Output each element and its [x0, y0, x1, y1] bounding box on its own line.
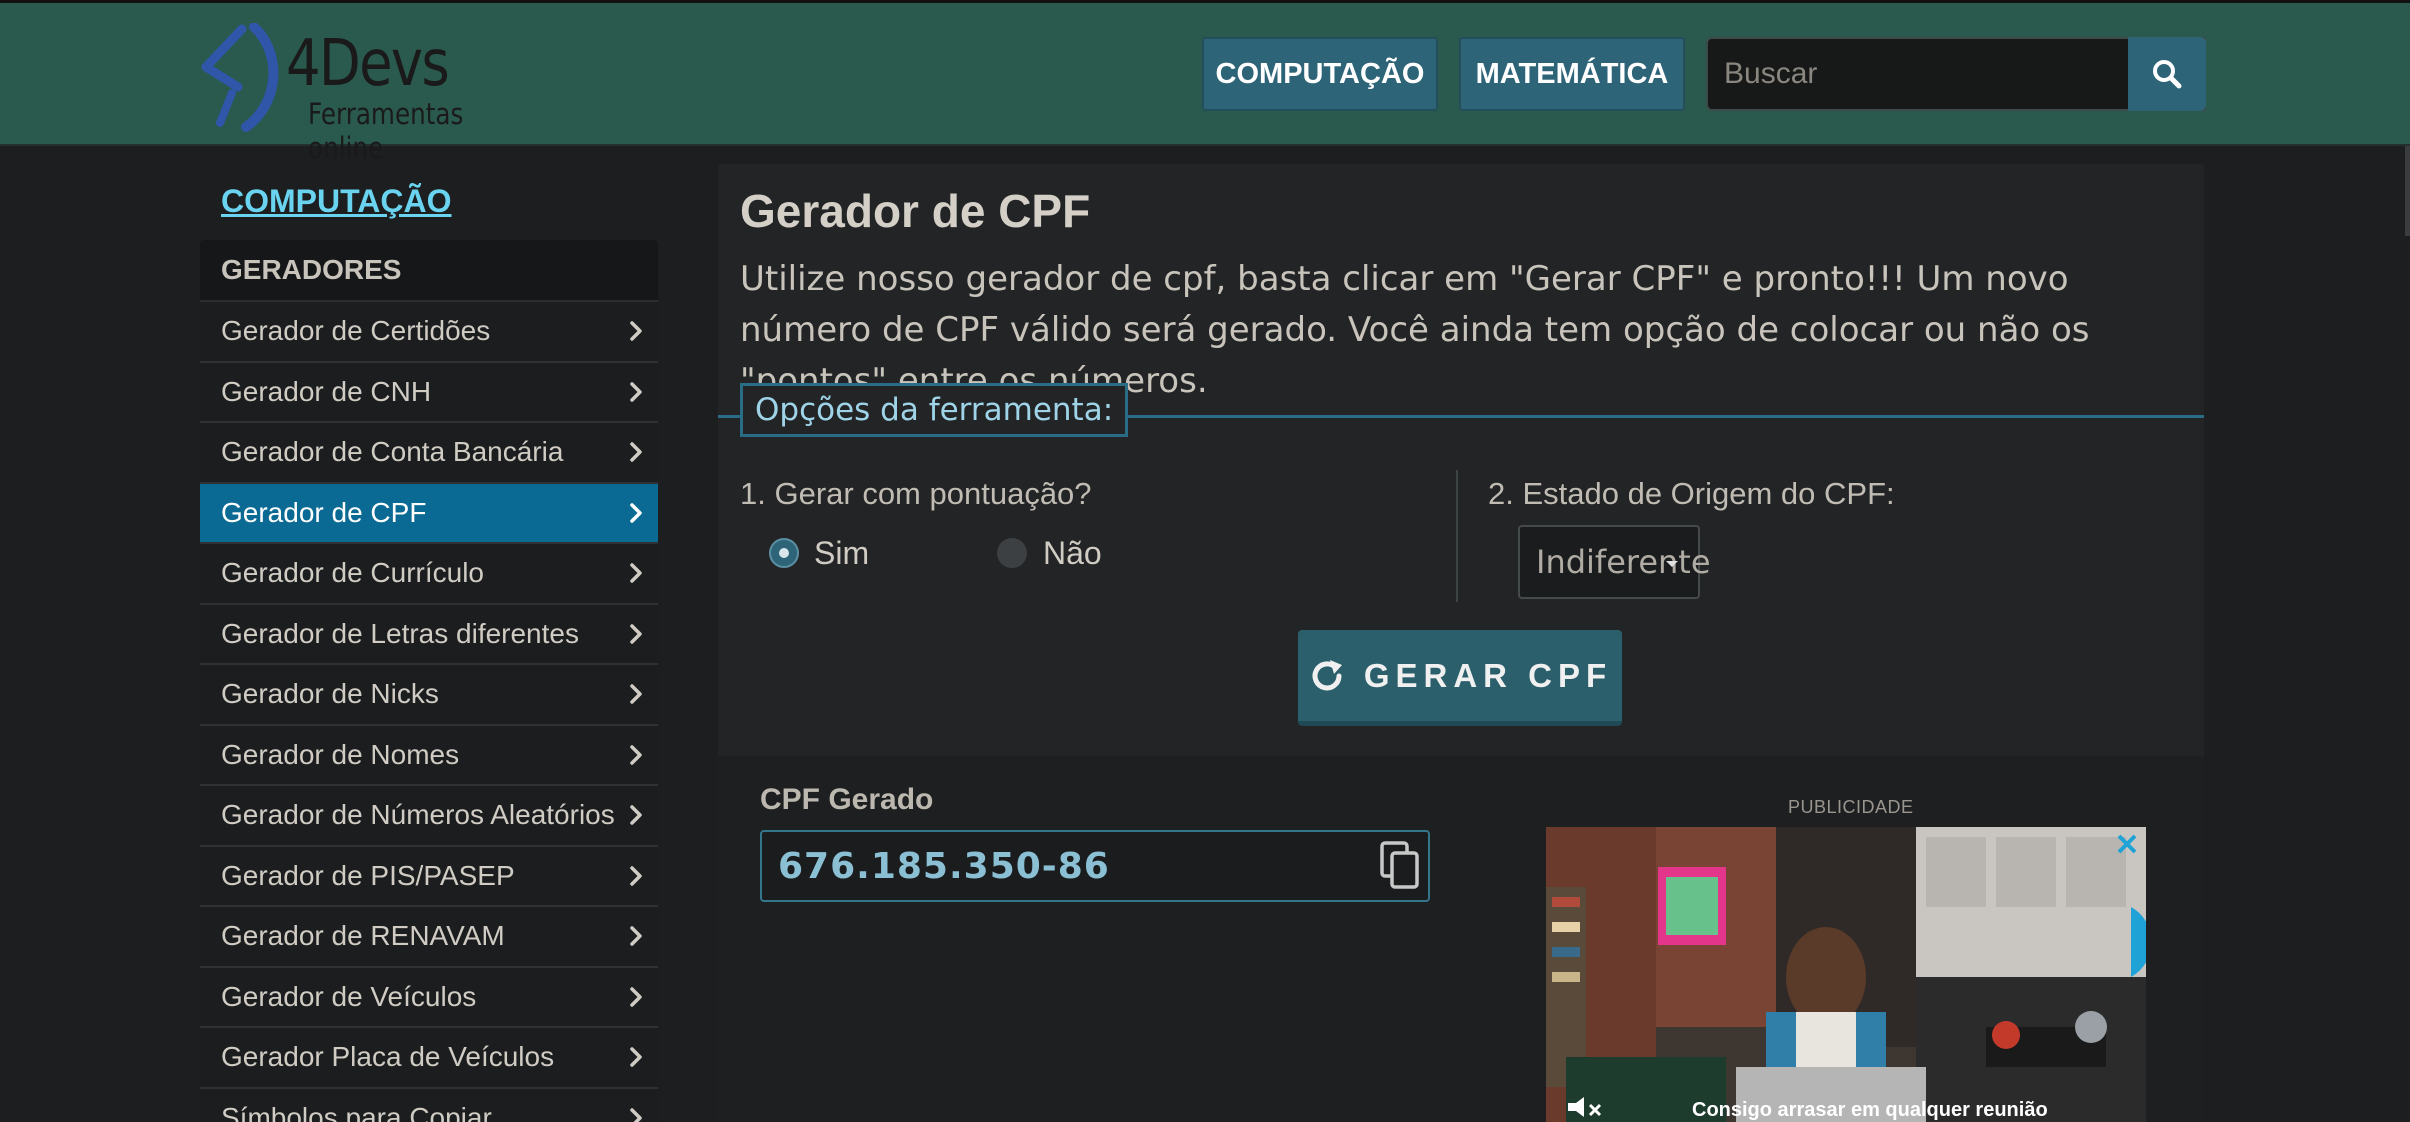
ad-video-image: [1546, 827, 2146, 1122]
chevron-right-icon: [630, 1108, 642, 1122]
sidebar-item[interactable]: Gerador de Nicks: [200, 665, 658, 726]
logo-subtitle: Ferramentas online: [308, 97, 464, 165]
state-select-value: Indiferente: [1536, 543, 1711, 581]
options-column-divider: [1456, 470, 1458, 602]
chevron-right-icon: [630, 1047, 642, 1067]
sidebar-item-label: Gerador de Nicks: [221, 678, 439, 710]
site-header: 4Devs Ferramentas online COMPUTAÇÃO MATE…: [0, 0, 2410, 165]
muted-speaker-icon: [1568, 1097, 1602, 1117]
main-panel: Gerador de CPF Utilize nosso gerador de …: [718, 164, 2204, 1122]
scrollbar-thumb[interactable]: [2405, 146, 2410, 236]
sidebar-item-label: Gerador de CPF: [221, 496, 427, 528]
ad-mute-button[interactable]: [1566, 1095, 1606, 1122]
cpf-result-field[interactable]: 676.185.350-86: [760, 830, 1430, 902]
radio-nao[interactable]: [997, 538, 1027, 568]
sidebar-item-label: Gerador de Conta Bancária: [221, 436, 564, 468]
search-button[interactable]: [2128, 37, 2206, 111]
sidebar-item[interactable]: Gerador de PIS/PASEP: [200, 846, 658, 907]
site-logo[interactable]: 4Devs Ferramentas online: [198, 23, 538, 165]
copy-button[interactable]: [1378, 840, 1422, 897]
radio-nao-label[interactable]: Não: [1043, 535, 1102, 572]
option-punctuation-label: 1. Gerar com pontuação?: [740, 476, 1092, 511]
sidebar-item[interactable]: Gerador de Conta Bancária: [200, 423, 658, 484]
sidebar-item[interactable]: Gerador de CPF: [200, 483, 658, 544]
generate-cpf-button[interactable]: GERAR CPF: [1298, 630, 1622, 726]
sidebar-item[interactable]: Gerador Placa de Veículos: [200, 1028, 658, 1089]
sidebar-item[interactable]: Gerador de Nomes: [200, 725, 658, 786]
state-select[interactable]: Indiferente: [1518, 525, 1711, 599]
sidebar-item-label: Gerador de Currículo: [221, 557, 485, 589]
search-icon: [2153, 60, 2182, 89]
sidebar-item-label: Gerador de CNH: [221, 375, 432, 407]
sidebar-menu: GERADORES Gerador de Certidões Gerador de…: [200, 240, 658, 1122]
radio-sim[interactable]: [769, 538, 799, 568]
radio-sim-label[interactable]: Sim: [814, 535, 869, 572]
chevron-right-icon: [630, 987, 642, 1007]
sidebar-item-label: Gerador de Certidões: [221, 315, 491, 347]
nav-computacao-button[interactable]: COMPUTAÇÃO: [1202, 37, 1438, 111]
sidebar-heading-link[interactable]: COMPUTAÇÃO: [221, 183, 452, 220]
chevron-right-icon: [630, 503, 642, 523]
refresh-icon: [1312, 659, 1342, 690]
chevron-right-icon: [630, 745, 642, 765]
sidebar-section-title: GERADORES: [200, 240, 658, 302]
chevron-right-icon: [630, 805, 642, 825]
chevron-right-icon: [630, 624, 642, 644]
sidebar-item-label: Gerador de Veículos: [221, 980, 477, 1012]
sidebar-item-label: Gerador de PIS/PASEP: [221, 859, 515, 891]
ad-caption: Consigo arrasar em qualquer reunião: [1692, 1099, 2048, 1121]
ad-banner[interactable]: Consigo arrasar em qualquer reunião: [1546, 827, 2146, 1122]
sidebar-item-label: Gerador de Letras diferentes: [221, 617, 579, 649]
sidebar-item[interactable]: Gerador de Números Aleatórios: [200, 786, 658, 847]
chevron-right-icon: [630, 926, 642, 946]
sidebar-item-label: Gerador de Números Aleatórios: [221, 799, 615, 831]
cpf-result-value[interactable]: 676.185.350-86: [778, 846, 1110, 887]
sidebar-item[interactable]: Gerador de Letras diferentes: [200, 604, 658, 665]
cpf-result-label: CPF Gerado: [760, 783, 934, 816]
close-icon: [2117, 834, 2137, 854]
option-state-label: 2. Estado de Origem do CPF:: [1488, 476, 1895, 511]
ad-close-button[interactable]: [2114, 831, 2140, 862]
options-legend: Opções da ferramenta:: [740, 383, 1129, 437]
logo-mark-icon: [201, 23, 279, 132]
generate-cpf-label: GERAR CPF: [1363, 656, 1613, 694]
chevron-right-icon: [630, 382, 642, 402]
sidebar-item[interactable]: Gerador de Currículo: [200, 544, 658, 605]
sidebar-item-label: Gerador de Nomes: [221, 738, 460, 770]
copy-icon: [1380, 841, 1419, 889]
results-area: CPF Gerado 676.185.350-86 PUBLICIDADE Co…: [718, 756, 2204, 1122]
sidebar-item[interactable]: Gerador de Certidões: [200, 302, 658, 363]
nav-matematica-button[interactable]: MATEMÁTICA: [1459, 37, 1685, 111]
sidebar-item-label: Símbolos para Copiar: [221, 1101, 492, 1122]
page-title: Gerador de CPF: [740, 185, 1091, 237]
chevron-right-icon: [630, 684, 642, 704]
sidebar-item-label: Gerador de RENAVAM: [221, 920, 505, 952]
sidebar-item-label: Gerador Placa de Veículos: [221, 1041, 555, 1073]
chevron-right-icon: [630, 563, 642, 583]
caret-down-icon: [1666, 561, 1678, 567]
sidebar-item[interactable]: Gerador de CNH: [200, 362, 658, 423]
logo-title: 4Devs: [286, 27, 450, 101]
ad-label: PUBLICIDADE: [1788, 797, 1914, 817]
chevron-right-icon: [630, 321, 642, 341]
chevron-right-icon: [630, 442, 642, 462]
sidebar-item[interactable]: Gerador de Veículos: [200, 967, 658, 1028]
chevron-right-icon: [630, 866, 642, 886]
sidebar-item[interactable]: Símbolos para Copiar: [200, 1088, 658, 1122]
sidebar-item[interactable]: Gerador de RENAVAM: [200, 907, 658, 968]
